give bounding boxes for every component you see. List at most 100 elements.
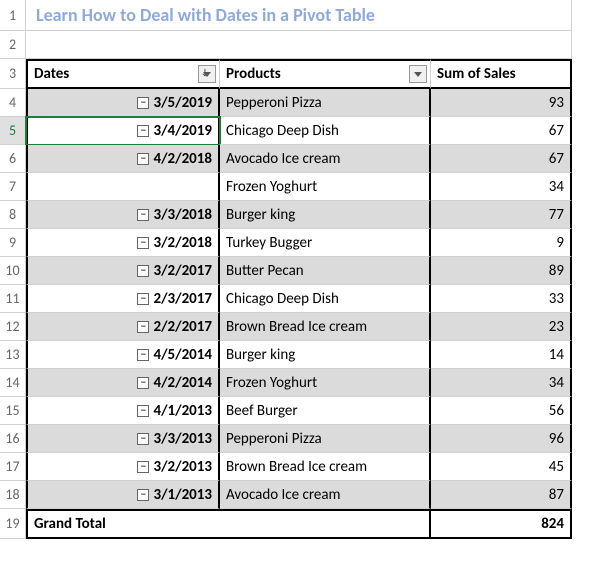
sort-dropdown-icon[interactable]: ↓ bbox=[198, 65, 216, 83]
collapse-icon[interactable]: − bbox=[137, 433, 149, 445]
pivot-sales-cell: 96 bbox=[431, 425, 572, 453]
collapse-icon[interactable]: − bbox=[137, 405, 149, 417]
pivot-product-cell[interactable]: Avocado Ice cream bbox=[220, 481, 431, 509]
pivot-product-cell[interactable]: Pepperoni Pizza bbox=[220, 89, 431, 117]
date-value: 4/2/2018 bbox=[153, 150, 212, 168]
row-header: 18 bbox=[0, 481, 26, 509]
header-label: Products bbox=[226, 65, 281, 83]
pivot-sales-cell: 34 bbox=[431, 369, 572, 397]
row-header: 11 bbox=[0, 285, 26, 313]
row-header: 12 bbox=[0, 313, 26, 341]
row-header: 16 bbox=[0, 425, 26, 453]
pivot-date-cell[interactable]: −3/3/2013 bbox=[26, 425, 220, 453]
pivot-product-cell[interactable]: Brown Bread Ice cream bbox=[220, 313, 431, 341]
row-header: 19 bbox=[0, 509, 26, 539]
pivot-date-cell[interactable]: −3/2/2017 bbox=[26, 257, 220, 285]
date-value: 3/4/2019 bbox=[153, 122, 212, 140]
grand-total-label: Grand Total bbox=[26, 509, 431, 539]
pivot-product-cell[interactable]: Burger king bbox=[220, 341, 431, 369]
pivot-product-cell[interactable]: Pepperoni Pizza bbox=[220, 425, 431, 453]
pivot-product-cell[interactable]: Frozen Yoghurt bbox=[220, 173, 431, 201]
pivot-date-cell[interactable]: −3/2/2018 bbox=[26, 229, 220, 257]
empty-cell bbox=[26, 31, 572, 59]
date-value: 3/2/2013 bbox=[153, 458, 212, 476]
column-header-dates[interactable]: Dates ↓ bbox=[26, 59, 220, 89]
pivot-sales-cell: 33 bbox=[431, 285, 572, 313]
pivot-sales-cell: 23 bbox=[431, 313, 572, 341]
header-label: Dates bbox=[34, 65, 69, 83]
pivot-sales-cell: 87 bbox=[431, 481, 572, 509]
pivot-sales-cell: 14 bbox=[431, 341, 572, 369]
collapse-icon[interactable]: − bbox=[137, 153, 149, 165]
date-value: 3/3/2013 bbox=[153, 430, 212, 448]
date-value: 4/5/2014 bbox=[153, 346, 212, 364]
pivot-product-cell[interactable]: Beef Burger bbox=[220, 397, 431, 425]
date-value: 3/3/2018 bbox=[153, 206, 212, 224]
collapse-icon[interactable]: − bbox=[137, 321, 149, 333]
date-value: 3/5/2019 bbox=[153, 94, 212, 112]
pivot-sales-cell: 93 bbox=[431, 89, 572, 117]
date-value: 2/2/2017 bbox=[153, 318, 212, 336]
date-value: 3/2/2017 bbox=[153, 262, 212, 280]
row-header: 17 bbox=[0, 453, 26, 481]
pivot-sales-cell: 67 bbox=[431, 145, 572, 173]
row-header: 6 bbox=[0, 145, 26, 173]
date-value: 4/1/2013 bbox=[153, 402, 212, 420]
row-header: 7 bbox=[0, 173, 26, 201]
date-value: 2/3/2017 bbox=[153, 290, 212, 308]
pivot-product-cell[interactable]: Burger king bbox=[220, 201, 431, 229]
pivot-date-cell[interactable]: −2/3/2017 bbox=[26, 285, 220, 313]
pivot-date-cell[interactable]: −3/1/2013 bbox=[26, 481, 220, 509]
column-header-products[interactable]: Products bbox=[220, 59, 431, 89]
pivot-date-cell[interactable]: −4/1/2013 bbox=[26, 397, 220, 425]
pivot-date-cell[interactable]: −4/5/2014 bbox=[26, 341, 220, 369]
collapse-icon[interactable]: − bbox=[137, 265, 149, 277]
filter-dropdown-icon[interactable] bbox=[409, 65, 427, 83]
pivot-date-cell[interactable]: −4/2/2018 bbox=[26, 145, 220, 173]
row-header: 14 bbox=[0, 369, 26, 397]
pivot-date-cell[interactable]: −3/3/2018 bbox=[26, 201, 220, 229]
collapse-icon[interactable]: − bbox=[137, 461, 149, 473]
pivot-sales-cell: 45 bbox=[431, 453, 572, 481]
date-value: 4/2/2014 bbox=[153, 374, 212, 392]
row-header: 9 bbox=[0, 229, 26, 257]
date-value: 3/1/2013 bbox=[153, 486, 212, 504]
page-title: Learn How to Deal with Dates in a Pivot … bbox=[26, 0, 572, 31]
collapse-icon[interactable]: − bbox=[137, 237, 149, 249]
collapse-icon[interactable]: − bbox=[137, 97, 149, 109]
row-header: 15 bbox=[0, 397, 26, 425]
collapse-icon[interactable]: − bbox=[137, 349, 149, 361]
collapse-icon[interactable]: − bbox=[137, 293, 149, 305]
pivot-sales-cell: 67 bbox=[431, 117, 572, 145]
pivot-date-cell[interactable]: −2/2/2017 bbox=[26, 313, 220, 341]
date-value: 3/2/2018 bbox=[153, 234, 212, 252]
pivot-product-cell[interactable]: Chicago Deep Dish bbox=[220, 117, 431, 145]
pivot-product-cell[interactable]: Frozen Yoghurt bbox=[220, 369, 431, 397]
row-header: 8 bbox=[0, 201, 26, 229]
pivot-date-cell[interactable] bbox=[26, 173, 220, 201]
pivot-product-cell[interactable]: Chicago Deep Dish bbox=[220, 285, 431, 313]
pivot-sales-cell: 89 bbox=[431, 257, 572, 285]
collapse-icon[interactable]: − bbox=[137, 489, 149, 501]
pivot-product-cell[interactable]: Turkey Bugger bbox=[220, 229, 431, 257]
row-header: 5 bbox=[0, 117, 26, 145]
collapse-icon[interactable]: − bbox=[137, 209, 149, 221]
pivot-product-cell[interactable]: Brown Bread Ice cream bbox=[220, 453, 431, 481]
pivot-date-cell[interactable]: −3/4/2019 bbox=[26, 117, 220, 145]
collapse-icon[interactable]: − bbox=[137, 377, 149, 389]
grand-total-value: 824 bbox=[431, 509, 572, 539]
pivot-date-cell[interactable]: −3/2/2013 bbox=[26, 453, 220, 481]
collapse-icon[interactable]: − bbox=[137, 125, 149, 137]
pivot-sales-cell: 56 bbox=[431, 397, 572, 425]
pivot-product-cell[interactable]: Butter Pecan bbox=[220, 257, 431, 285]
pivot-product-cell[interactable]: Avocado Ice cream bbox=[220, 145, 431, 173]
column-header-sum: Sum of Sales bbox=[431, 59, 572, 89]
row-header: 10 bbox=[0, 257, 26, 285]
row-header: 1 bbox=[0, 0, 26, 31]
pivot-sales-cell: 77 bbox=[431, 201, 572, 229]
pivot-date-cell[interactable]: −4/2/2014 bbox=[26, 369, 220, 397]
pivot-sales-cell: 9 bbox=[431, 229, 572, 257]
row-header: 4 bbox=[0, 89, 26, 117]
row-header: 3 bbox=[0, 59, 26, 89]
pivot-date-cell[interactable]: −3/5/2019 bbox=[26, 89, 220, 117]
